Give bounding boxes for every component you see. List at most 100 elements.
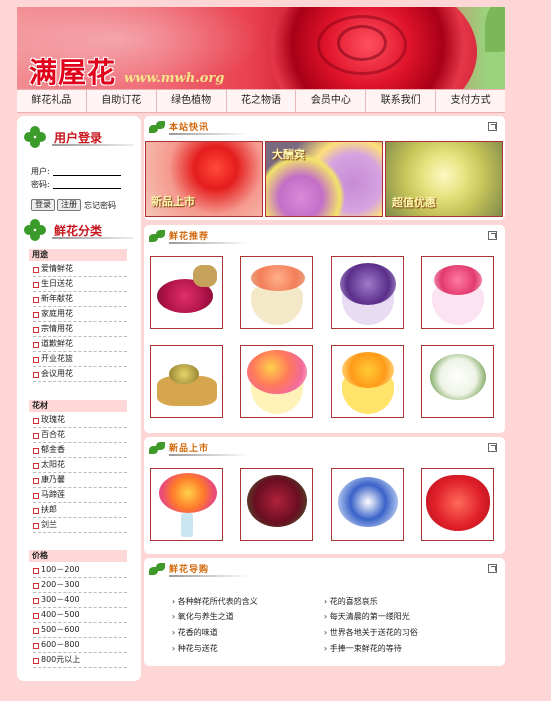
clover-icon (24, 126, 46, 148)
news-panel: 本站快讯 新品上市 大酬宾 超值优惠 (144, 116, 505, 220)
main-nav: 鲜花礼品 自助订花 绿色植物 花之物语 会员中心 联系我们 支付方式 (17, 89, 505, 113)
list-item[interactable]: 300－400 (33, 593, 127, 608)
list-item[interactable]: 道歉鲜花 (33, 337, 127, 352)
site-logo[interactable]: 满屋花 (29, 51, 116, 89)
product-thumb[interactable] (331, 468, 404, 541)
recommend-header: 鲜花推荐 (149, 229, 499, 245)
product-thumb[interactable] (240, 468, 313, 541)
product-thumb[interactable] (240, 256, 313, 329)
guide-link[interactable]: 世界各地关于送花的习俗 (330, 628, 418, 637)
nav-green-plants[interactable]: 绿色植物 (157, 90, 227, 112)
list-item[interactable]: 800元以上 (33, 653, 127, 668)
list-item[interactable]: 400－500 (33, 608, 127, 623)
promo-caption: 大酬宾 (272, 148, 305, 161)
material-list: 玫瑰花 百合花 郁金香 太阳花 康乃馨 马蹄莲 扶郎 剑兰 (33, 413, 127, 533)
login-buttons: 登录 注册 忘记密码 (31, 199, 116, 211)
promo-new-arrivals[interactable]: 新品上市 (145, 141, 263, 217)
nav-payment[interactable]: 支付方式 (436, 90, 505, 112)
list-item[interactable]: 玫瑰花 (33, 413, 127, 428)
login-button[interactable]: 登录 (31, 199, 55, 211)
category-group-purpose: 用途 (29, 249, 127, 261)
product-thumb[interactable] (331, 345, 404, 418)
username-input[interactable] (53, 166, 121, 176)
guide-link[interactable]: 各种鲜花所代表的含义 (178, 597, 258, 606)
list-item[interactable]: 100－200 (33, 563, 127, 578)
nav-member-center[interactable]: 会员中心 (296, 90, 367, 112)
recommend-title: 鲜花推荐 (169, 232, 210, 242)
recommend-panel: 鲜花推荐 (144, 225, 505, 433)
promo-caption: 新品上市 (151, 195, 195, 208)
more-icon[interactable] (488, 443, 497, 452)
new-arrivals-header: 新品上市 (149, 441, 499, 457)
list-item[interactable]: 新年献花 (33, 292, 127, 307)
guide-link[interactable]: 氧化与养生之道 (178, 612, 234, 621)
product-thumb[interactable] (240, 345, 313, 418)
list-item[interactable]: 百合花 (33, 428, 127, 443)
sprout-icon (149, 441, 167, 457)
guide-link[interactable]: 种花与送花 (178, 644, 218, 653)
new-arrivals-title: 新品上市 (169, 444, 210, 454)
password-label: 密码: (31, 179, 50, 189)
nav-flower-stories[interactable]: 花之物语 (227, 90, 297, 112)
list-item[interactable]: 太阳花 (33, 458, 127, 473)
list-item[interactable]: 家庭用花 (33, 307, 127, 322)
list-item[interactable]: 500－600 (33, 623, 127, 638)
site-domain: www.mwh.org (124, 71, 225, 86)
guide-header: 鲜花导购 (149, 562, 499, 578)
list-item[interactable]: 剑兰 (33, 518, 127, 533)
new-arrivals-panel: 新品上市 (144, 437, 505, 554)
more-icon[interactable] (488, 231, 497, 240)
list-item[interactable]: 生日送花 (33, 277, 127, 292)
nav-flower-gifts[interactable]: 鲜花礼品 (17, 90, 87, 112)
guide-link[interactable]: 花的喜怒哀乐 (330, 597, 378, 606)
register-button[interactable]: 注册 (57, 199, 81, 211)
sprout-icon (149, 229, 167, 245)
list-item[interactable]: 宗情用花 (33, 322, 127, 337)
sprout-icon (149, 562, 167, 578)
nav-contact-us[interactable]: 联系我们 (366, 90, 437, 112)
categories-header: 鲜花分类 (24, 219, 134, 243)
news-header: 本站快讯 (149, 120, 499, 136)
list-item[interactable]: 开业花篮 (33, 352, 127, 367)
price-list: 100－200 200－300 300－400 400－500 500－600 … (33, 563, 127, 668)
login-header: 用户登录 (24, 126, 134, 150)
list-item[interactable]: 康乃馨 (33, 473, 127, 488)
list-item[interactable]: 会议用花 (33, 367, 127, 382)
promo-caption: 超值优惠 (392, 196, 436, 209)
login-form: 用户: 密码: (31, 165, 131, 191)
product-thumb[interactable] (421, 256, 494, 329)
guide-panel: 鲜花导购 › 各种鲜花所代表的含义 › 氧化与养生之道 › 花香的味道 › 种花… (144, 558, 505, 666)
product-thumb[interactable] (150, 345, 223, 418)
promo-big-sale[interactable]: 大酬宾 (265, 141, 383, 217)
forgot-password-link[interactable]: 忘记密码 (84, 200, 116, 211)
more-icon[interactable] (488, 122, 497, 131)
product-thumb[interactable] (331, 256, 404, 329)
product-thumb[interactable] (421, 345, 494, 418)
list-item[interactable]: 200－300 (33, 578, 127, 593)
list-item[interactable]: 600－800 (33, 638, 127, 653)
guide-title: 鲜花导购 (169, 565, 210, 575)
product-thumb[interactable] (150, 468, 223, 541)
nav-self-order[interactable]: 自助订花 (87, 90, 157, 112)
list-item[interactable]: 马蹄莲 (33, 488, 127, 503)
left-sidebar: 用户登录 用户: 密码: 登录 注册 忘记密码 鲜花分类 用途 爱情鲜花 生日送… (17, 116, 141, 681)
purpose-list: 爱情鲜花 生日送花 新年献花 家庭用花 宗情用花 道歉鲜花 开业花篮 会议用花 (33, 262, 127, 382)
username-label: 用户: (31, 166, 50, 176)
category-group-price: 价格 (29, 550, 127, 562)
sprout-icon (149, 120, 167, 136)
category-group-material: 花材 (29, 400, 127, 412)
list-item[interactable]: 郁金香 (33, 443, 127, 458)
site-banner: 满屋花 www.mwh.org (17, 7, 505, 89)
list-item[interactable]: 扶郎 (33, 503, 127, 518)
clover-icon (24, 219, 46, 241)
product-thumb[interactable] (150, 256, 223, 329)
guide-link[interactable]: 每天清晨的第一缕阳光 (330, 612, 410, 621)
promo-value-deal[interactable]: 超值优惠 (385, 141, 503, 217)
news-title: 本站快讯 (169, 123, 210, 133)
product-thumb[interactable] (421, 468, 494, 541)
list-item[interactable]: 爱情鲜花 (33, 262, 127, 277)
guide-link[interactable]: 花香的味道 (178, 628, 218, 637)
password-input[interactable] (53, 179, 121, 189)
more-icon[interactable] (488, 564, 497, 573)
guide-link[interactable]: 手捧一束鲜花的等待 (330, 644, 402, 653)
